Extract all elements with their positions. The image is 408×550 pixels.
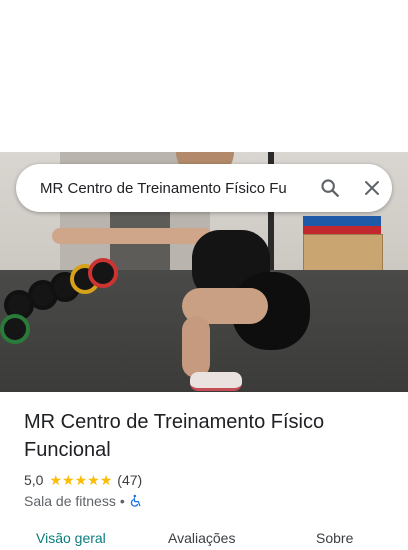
photo-kettlebell — [0, 314, 30, 344]
photo-person-calf — [182, 316, 210, 378]
search-button[interactable] — [300, 164, 360, 212]
clear-search-button[interactable] — [352, 164, 392, 212]
photo-plate-blue — [303, 216, 381, 226]
search-input[interactable]: MR Centro de Treinamento Físico Fu — [40, 180, 288, 197]
search-bar[interactable]: MR Centro de Treinamento Físico Fu — [16, 164, 392, 212]
photo-kettlebell — [88, 258, 118, 288]
star-icon: ★ — [87, 472, 100, 488]
search-icon — [321, 179, 339, 197]
close-icon — [365, 181, 379, 195]
star-icon: ★ — [62, 472, 75, 488]
rating-value: 5,0 — [24, 472, 44, 488]
photo-person-arm — [52, 228, 212, 244]
review-count[interactable]: (47) — [117, 472, 142, 488]
photo-person-shoe — [190, 372, 242, 391]
place-category: Sala de fitness — [24, 493, 116, 509]
category-row: Sala de fitness • — [24, 493, 143, 509]
star-icon: ★ — [74, 472, 88, 488]
rating-row[interactable]: 5,0 ★ ★ ★ ★ ★ (47) — [24, 472, 142, 488]
place-title: MR Centro de Treinamento Físico Funciona… — [24, 411, 325, 461]
blank-area — [0, 0, 408, 152]
star-icon: ★ — [99, 472, 113, 488]
place-tabs: Visão geral Avaliações Sobre — [0, 530, 408, 550]
star-rating: ★ ★ ★ ★ ★ — [49, 473, 112, 487]
star-icon: ★ — [49, 472, 63, 488]
separator-dot: • — [119, 493, 125, 509]
wheelchair-accessible-icon — [130, 494, 141, 507]
